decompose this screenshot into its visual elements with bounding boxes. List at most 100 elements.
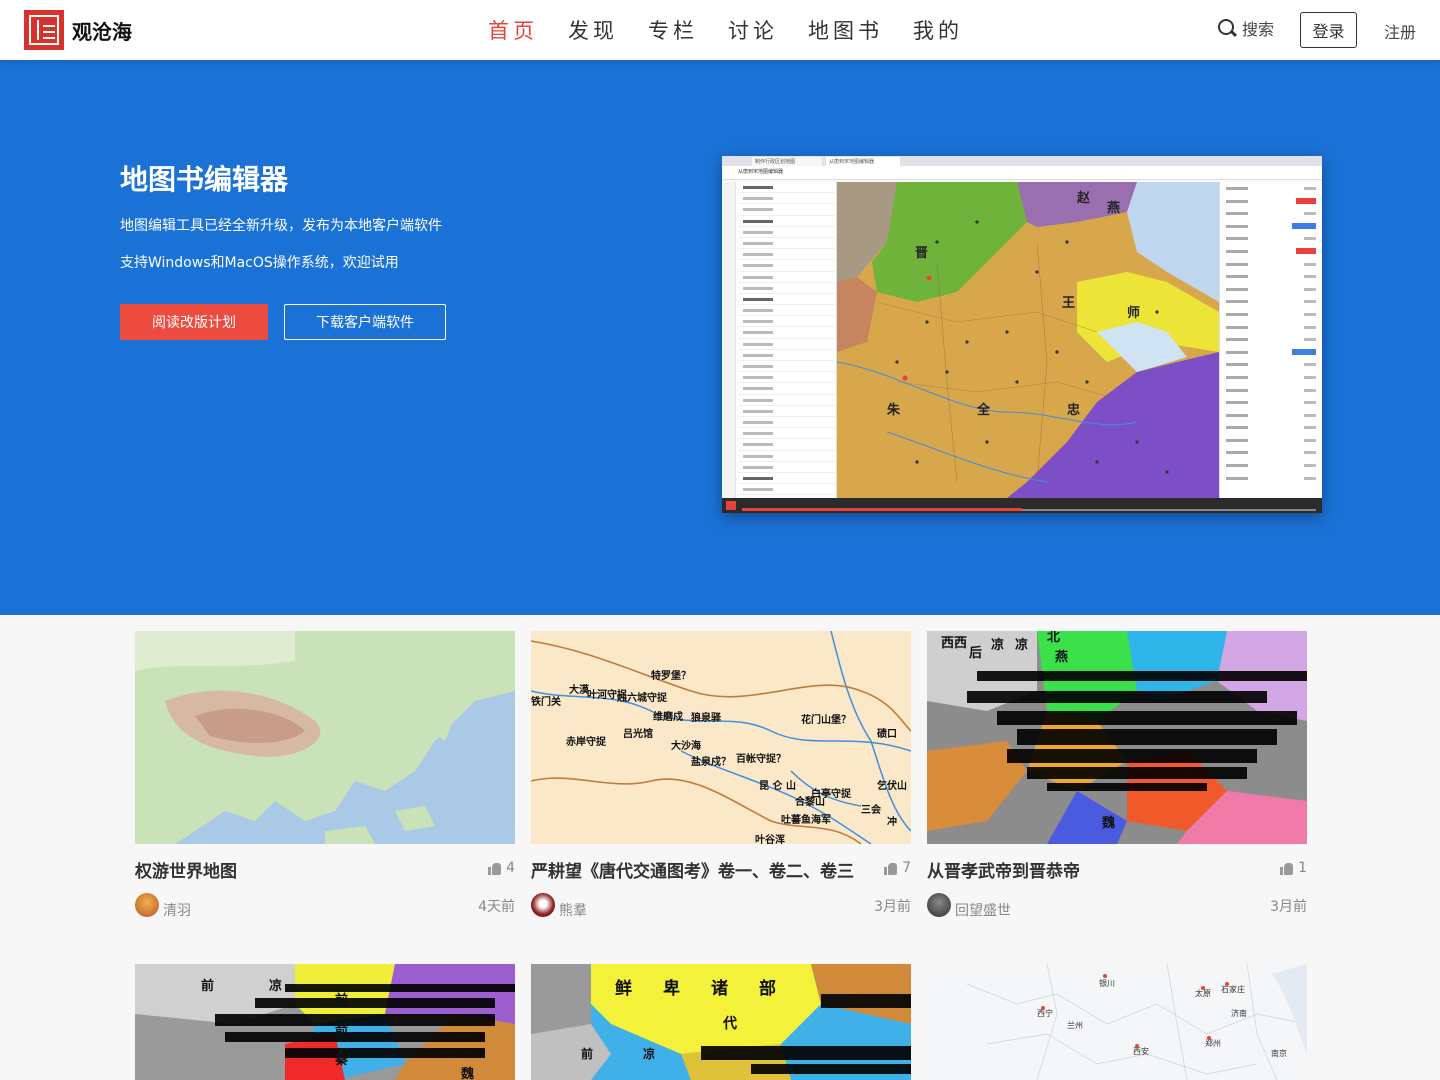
avatar[interactable] [531,893,555,917]
map-label: 铁门关 [531,695,561,708]
like-count[interactable]: 7 [884,860,911,876]
map-label: 前 [201,978,214,994]
map-label: 前 [581,1046,593,1061]
map-label: 凉 [269,978,282,994]
map-label: 狼泉驿 [690,711,722,724]
map-label: 凉 [643,1046,655,1061]
map-card[interactable]: 鲜 卑 诸 部 代 前 凉 宇 文 鲜 卑 [531,964,911,1080]
nav-item-discussion[interactable]: 讨论 [728,15,778,45]
top-navbar: 观沧海 首页 发现 专栏 讨论 地图书 我的 搜索 登录 注册 [0,0,1440,60]
map-label: 碛口 [877,727,897,740]
preview-map-label: 赵 [1076,190,1091,206]
register-link[interactable]: 注册 [1384,19,1416,43]
map-label: 凉 [991,637,1004,653]
author-name[interactable]: 熊羣 [559,900,587,920]
map-label: 冲 [887,815,897,828]
card-title[interactable]: 严耕望《唐代交通图考》卷一、卷二、卷三 [531,857,854,882]
map-label: 特罗堡？ [651,669,691,682]
editor-screenshot: 制作行政区划地图 从唐到宋地图编辑器 从唐到宋地图编辑器 晋 朱 全 忠 王 师… [722,156,1322,513]
card-title[interactable]: 从晋孝武帝到晋恭帝 [927,857,1080,882]
preview-layer-panel [722,182,837,498]
card-title[interactable]: 权游世界地图 [135,857,237,882]
map-label: 百帐守捉？ [736,752,786,765]
nav-item-mine[interactable]: 我的 [913,15,963,45]
map-thumbnail[interactable]: 西西 后 凉 凉 北 燕 魏 [927,631,1307,844]
map-label: 济南 [1231,1008,1247,1018]
map-card[interactable]: 权游世界地图 4 清羽 4天前 [135,631,515,919]
thumbs-up-icon [488,862,502,875]
preview-map-label: 晋 [915,246,928,261]
map-label: 魏 [460,1066,474,1080]
preview-address-bar: 从唐到宋地图编辑器 [722,166,1322,180]
map-label: 吕光馆 [623,727,653,740]
logo-icon [24,10,64,50]
map-label: 西西 [941,636,967,651]
map-label: 卑 [663,978,680,999]
preview-tab-bar: 制作行政区划地图 从唐到宋地图编辑器 [722,156,1322,166]
map-thumbnail[interactable]: 特罗堡？ 大漠 叶河守捉 铁门关 烛六城守捉 维磨戍 狼泉驿 花门山堡？ 赤岸守… [531,631,911,844]
like-count[interactable]: 4 [488,860,515,876]
map-card[interactable]: 西西 后 凉 凉 北 燕 魏 从晋孝武帝到晋恭帝 1 回望盛世 3月前 [927,631,1307,919]
preview-map-label: 忠 [1067,402,1080,418]
hero-title: 地图书编辑器 [120,163,289,196]
nav-item-mapbook[interactable]: 地图书 [808,15,883,45]
preview-tab-active: 从唐到宋地图编辑器 [826,157,900,166]
map-label: 维磨戍 [653,710,683,723]
avatar[interactable] [927,893,951,917]
search-icon [1218,19,1236,37]
avatar[interactable] [135,893,159,917]
map-label: 盐泉戍？ [691,755,731,768]
map-label: 后 [969,645,982,661]
login-button[interactable]: 登录 [1300,12,1357,48]
map-label: 三会 [861,803,881,816]
map-label: 前 [335,992,348,1008]
preview-address-text: 从唐到宋地图编辑器 [738,169,784,175]
map-card[interactable]: 银川 太原 石家庄 济南 西宁 兰州 西安 郑州 南京 [927,964,1307,1080]
map-label: 宇 [829,994,839,1007]
map-card[interactable]: 特罗堡？ 大漠 叶河守捉 铁门关 烛六城守捉 维磨戍 狼泉驿 花门山堡？ 赤岸守… [531,631,911,919]
preview-map-label: 燕 [1107,200,1120,216]
download-client-button[interactable]: 下载客户端软件 [284,304,446,340]
map-label: 合黎山 [794,795,825,808]
preview-map-label: 朱 [886,402,901,418]
preview-timeline [722,498,1322,513]
map-label: 燕 [1055,649,1068,665]
thumbs-up-icon [1280,862,1294,875]
map-thumbnail[interactable]: 鲜 卑 诸 部 代 前 凉 宇 文 鲜 卑 [531,964,911,1080]
post-time: 3月前 [874,899,911,915]
map-label: 鲜 [615,978,632,999]
map-label: 西安 [1133,1046,1149,1056]
like-count-value: 4 [506,860,515,876]
like-count[interactable]: 1 [1280,860,1307,876]
map-label: 花门山堡？ [801,713,851,726]
map-label: 南京 [1271,1048,1287,1058]
read-plan-button[interactable]: 阅读改版计划 [120,304,268,340]
thumbs-up-icon [884,862,898,875]
nav-item-home[interactable]: 首页 [488,15,538,45]
map-label: 魏 [1101,815,1115,831]
main-nav: 首页 发现 专栏 讨论 地图书 我的 [488,0,993,60]
site-name: 观沧海 [72,19,132,44]
map-thumbnail[interactable]: 前 凉 前 前 秦 魏 [135,964,515,1080]
map-card[interactable]: 前 凉 前 前 秦 魏 [135,964,515,1080]
like-count-value: 7 [902,860,911,876]
author-name[interactable]: 清羽 [163,900,191,920]
hero-description-1: 地图编辑工具已经全新升级，发布为本地客户端软件 [120,218,442,234]
search-link[interactable]: 搜索 [1218,16,1274,40]
preview-map-label: 王 [1062,296,1075,311]
map-label: 大沙海 [671,739,701,752]
map-thumbnail[interactable] [135,631,515,844]
map-label: 文 [845,994,856,1007]
nav-item-discover[interactable]: 发现 [568,15,618,45]
preview-map: 晋 朱 全 忠 王 师 燕 赵 [836,182,1219,506]
site-logo[interactable]: 观沧海 [24,10,132,50]
map-label: 银川 [1099,978,1115,988]
nav-item-columns[interactable]: 专栏 [648,15,698,45]
map-label: 郑州 [1205,1038,1221,1048]
map-label: 赤岸守捉 [566,735,607,748]
search-label: 搜索 [1242,20,1275,39]
map-thumbnail[interactable]: 银川 太原 石家庄 济南 西宁 兰州 西安 郑州 南京 [927,964,1307,1080]
map-label: 部 [759,978,776,999]
author-name[interactable]: 回望盛世 [955,900,1011,920]
map-label: 代 [722,1015,737,1032]
